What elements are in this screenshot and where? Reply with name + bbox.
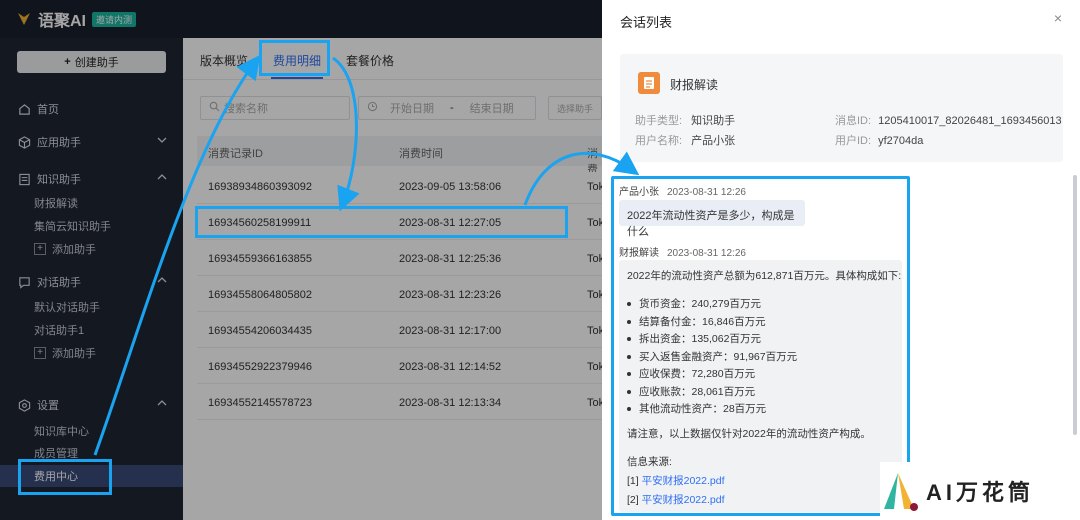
agent-name: 财报解读: [670, 78, 719, 92]
highlight-billing-center: [18, 459, 112, 495]
user-name-label: 用户名称:: [635, 135, 683, 147]
message-id-value: 1205410017_82026481_1693456013: [878, 115, 1062, 127]
highlight-selected-row: [195, 206, 568, 238]
watermark-logo-icon: [884, 473, 918, 511]
message-id-label: 消息ID:: [835, 115, 872, 127]
document-icon: [638, 72, 660, 94]
highlight-chat-area: [611, 176, 910, 516]
modal-mask[interactable]: [0, 0, 602, 520]
message-id-row: 消息ID: 1205410017_82026481_1693456013: [835, 112, 1062, 128]
user-id-label: 用户ID:: [835, 135, 872, 147]
assistant-type-value: 知识助手: [691, 115, 736, 127]
close-icon[interactable]: ×: [1054, 10, 1062, 26]
user-name-row: 用户名称: 产品小张: [635, 132, 735, 148]
assistant-type-label: 助手类型:: [635, 115, 683, 127]
drawer-scrollbar[interactable]: [1073, 175, 1077, 435]
session-info-card: 财报解读 助手类型: 知识助手 消息ID: 1205410017_8202648…: [620, 54, 1063, 162]
assistant-type-row: 助手类型: 知识助手: [635, 112, 735, 128]
drawer-title: 会话列表: [620, 15, 673, 30]
user-id-row: 用户ID: yf2704da: [835, 132, 923, 148]
user-id-value: yf2704da: [878, 135, 924, 147]
watermark: AI万花筒: [880, 462, 1080, 520]
watermark-text: AI万花筒: [926, 480, 1035, 505]
user-name-value: 产品小张: [691, 135, 736, 147]
highlight-billing-tab: [259, 40, 330, 76]
